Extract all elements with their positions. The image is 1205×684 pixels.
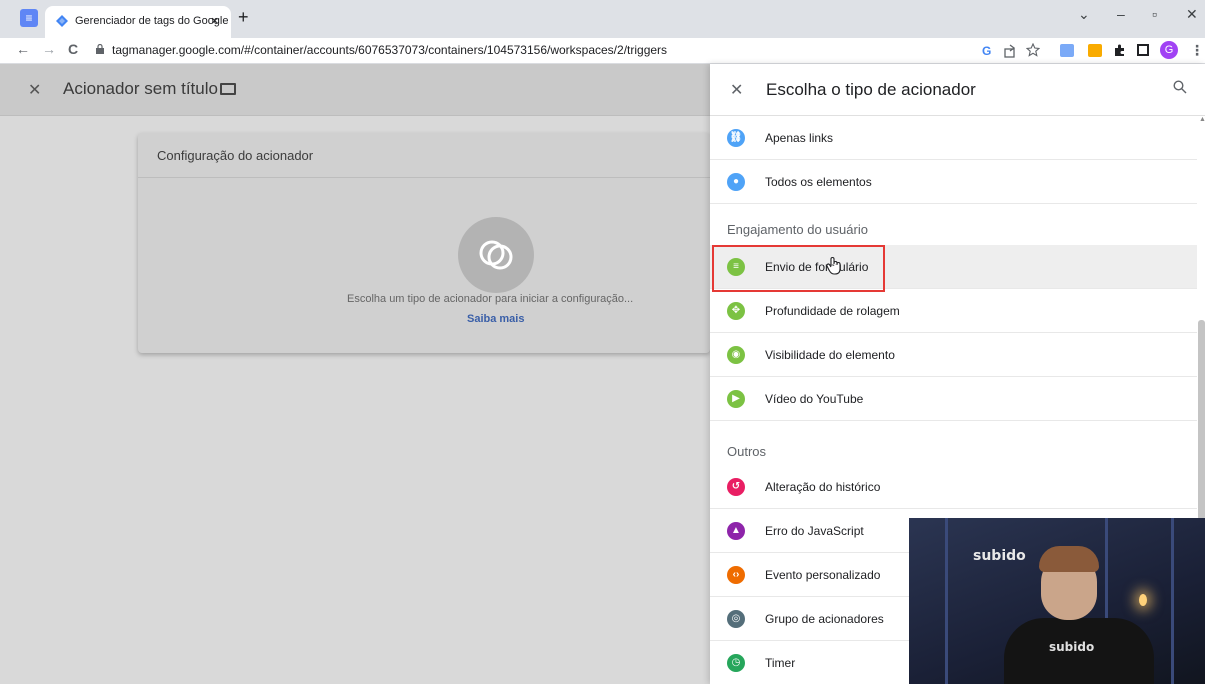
scroll-up-arrow[interactable]: ▲ — [1199, 116, 1205, 123]
card-title: Configuração do acionador — [157, 148, 314, 163]
trigger-item-label: Visibilidade do elemento — [765, 348, 895, 362]
trigger-placeholder-icon — [458, 217, 534, 293]
card-divider — [138, 177, 710, 178]
extensions-puzzle-icon[interactable] — [1113, 43, 1127, 57]
tab-search-icon[interactable]: ≡ — [20, 9, 38, 27]
new-tab-button[interactable]: + — [238, 7, 249, 28]
close-panel-icon[interactable]: ✕ — [730, 80, 743, 100]
group-icon: ◎ — [727, 610, 745, 628]
play-icon: ▶ — [727, 390, 745, 408]
section-heading-engagement: Engajamento do usuário — [727, 222, 868, 237]
trigger-item-label: Alteração do histórico — [765, 480, 881, 494]
share-icon[interactable] — [1003, 44, 1017, 58]
browser-tab[interactable]: Gerenciador de tags do Google × — [45, 6, 231, 38]
trigger-item-scroll-depth[interactable]: ✥ Profundidade de rolagem — [710, 289, 1197, 333]
warning-icon: ▲ — [727, 522, 745, 540]
profile-avatar[interactable]: G — [1160, 41, 1178, 59]
url-text: tagmanager.google.com/#/container/accoun… — [112, 43, 668, 57]
maximize-button[interactable]: ▫ — [1152, 6, 1157, 22]
folder-icon[interactable] — [220, 83, 236, 95]
lock-icon — [96, 44, 104, 54]
svg-text:G: G — [982, 44, 991, 57]
learn-more-link[interactable]: Saiba mais — [467, 313, 524, 325]
timer-icon: ◷ — [727, 654, 745, 672]
close-icon[interactable]: ✕ — [28, 80, 41, 100]
extension-tag-icon[interactable] — [1088, 44, 1102, 57]
trigger-name[interactable]: Acionador sem título — [63, 79, 218, 99]
trigger-item-label: Apenas links — [765, 131, 834, 145]
tab-close-button[interactable]: × — [211, 13, 219, 28]
close-window-button[interactable]: ✕ — [1186, 6, 1198, 23]
reload-button[interactable]: C — [68, 41, 78, 57]
panel-title: Escolha o tipo de acionador — [766, 80, 976, 99]
editor-header: ✕ Acionador sem título — [0, 64, 710, 116]
panel-scrollbar[interactable] — [1198, 320, 1205, 520]
trigger-item-label: Timer — [765, 656, 796, 670]
trigger-item-youtube-video[interactable]: ▶ Vídeo do YouTube — [710, 377, 1197, 421]
eye-icon: ◉ — [727, 346, 745, 364]
extension-code-icon[interactable] — [1060, 44, 1074, 57]
code-icon: ‹› — [727, 566, 745, 584]
address-bar[interactable]: tagmanager.google.com/#/container/accoun… — [90, 39, 1030, 61]
section-heading-other: Outros — [727, 444, 767, 459]
back-button[interactable]: ← — [16, 41, 30, 57]
trigger-item-label: Profundidade de rolagem — [765, 304, 900, 318]
browser-tab-strip: ≡ Gerenciador de tags do Google × + ⌄ – … — [0, 0, 1205, 38]
bookmark-star-icon[interactable] — [1026, 43, 1040, 57]
trigger-item-label: Grupo de acionadores — [765, 612, 884, 626]
presenter-hair — [1039, 546, 1099, 572]
history-icon: ↺ — [727, 478, 745, 496]
link-icon: ⛓ — [727, 129, 745, 147]
panel-header: ✕ Escolha o tipo de acionador — [710, 64, 1205, 116]
scroll-icon: ✥ — [727, 302, 745, 320]
highlight-box — [712, 245, 885, 292]
google-lens-icon[interactable]: G — [981, 43, 995, 57]
lamp-light — [1139, 594, 1147, 606]
minimize-button[interactable]: – — [1117, 6, 1125, 22]
trigger-item-all-elements[interactable]: ● Todos os elementos — [710, 160, 1197, 204]
trigger-item-label: Erro do JavaScript — [765, 524, 864, 538]
webcam-overlay: subido subido — [909, 518, 1205, 684]
neon-sign: subido — [973, 548, 1026, 564]
browser-menu-icon[interactable]: ⋮ — [1190, 42, 1204, 59]
choose-trigger-prompt: Escolha um tipo de acionador para inicia… — [347, 293, 634, 305]
browser-toolbar: ← → C tagmanager.google.com/#/container/… — [0, 38, 1205, 64]
tab-title: Gerenciador de tags do Google — [75, 15, 229, 27]
trigger-item-history-change[interactable]: ↺ Alteração do histórico — [710, 465, 1197, 509]
wall-stripe — [1171, 518, 1174, 684]
trigger-item-label: Vídeo do YouTube — [765, 392, 864, 406]
forward-button[interactable]: → — [42, 41, 56, 57]
trigger-config-card[interactable]: Configuração do acionador Escolha um tip… — [138, 133, 710, 353]
shirt-logo: subido — [1049, 640, 1095, 654]
side-panel-icon[interactable] — [1137, 44, 1149, 56]
trigger-item-label: Evento personalizado — [765, 568, 881, 582]
wall-stripe — [945, 518, 948, 684]
tab-list-dropdown-icon[interactable]: ⌄ — [1078, 6, 1090, 23]
trigger-item-just-links[interactable]: ⛓ Apenas links — [710, 116, 1197, 160]
search-icon[interactable] — [1173, 80, 1187, 94]
mouse-icon: ● — [727, 173, 745, 191]
trigger-item-label: Todos os elementos — [765, 175, 872, 189]
gtm-favicon-icon — [56, 15, 68, 27]
trigger-item-element-visibility[interactable]: ◉ Visibilidade do elemento — [710, 333, 1197, 377]
hand-cursor-icon — [826, 257, 841, 275]
